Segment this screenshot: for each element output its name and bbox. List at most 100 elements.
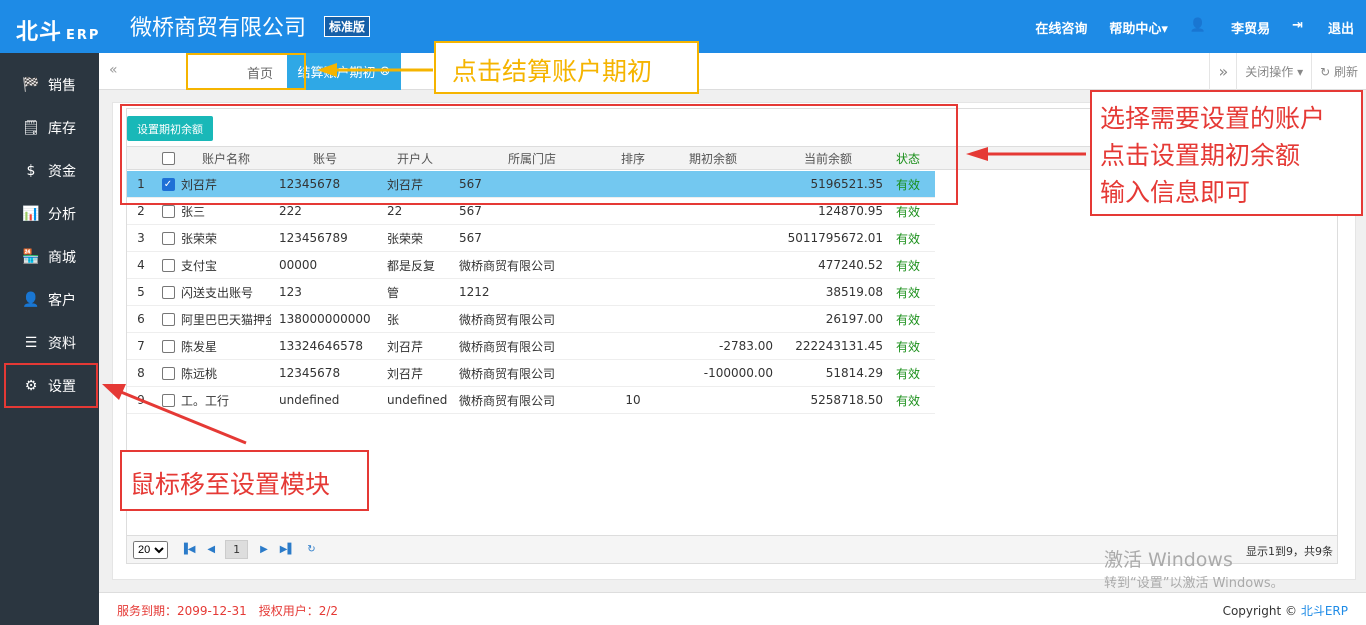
table-row[interactable]: 4 支付宝 00000 都是反复 微桥商贸有限公司 477240.52 有效: [127, 252, 935, 279]
close-ops-menu[interactable]: 关闭操作 ▾: [1236, 53, 1311, 90]
service-info: 服务到期：2099-12-31 授权用户：2/2: [117, 604, 339, 618]
cell-store: 1212: [459, 285, 490, 299]
sidebar-item-5[interactable]: 👤 客户: [0, 278, 99, 321]
tab-prev-button[interactable]: «: [109, 62, 118, 78]
cell-status: 有效: [895, 231, 920, 246]
tab-tools: » 关闭操作 ▾ ↻ 刷新: [1209, 53, 1366, 90]
cell-status: 有效: [895, 366, 920, 381]
reload-icon[interactable]: ↻: [307, 544, 315, 555]
sidebar-item-3[interactable]: 📊 分析: [0, 192, 99, 235]
edition-badge: 标准版: [324, 16, 371, 37]
cell-acct: 138000000000: [279, 312, 371, 326]
settings-highlight-box: [4, 363, 98, 408]
cell-cur: 477240.52: [818, 258, 883, 272]
row-number: 5: [137, 285, 145, 299]
row-number: 2: [137, 204, 145, 218]
tab-highlight-box: [186, 53, 306, 90]
cell-cur: 222243131.45: [795, 339, 883, 353]
sidebar-item-1[interactable]: 🗒 库存: [0, 106, 99, 149]
row-number: 4: [137, 258, 145, 272]
store-icon: 🏪: [22, 248, 40, 265]
top-nav-item[interactable]: 在线咨询: [1035, 18, 1087, 37]
cell-cur: 5258718.50: [810, 393, 883, 407]
cell-store: 微桥商贸有限公司: [459, 366, 556, 381]
table-row[interactable]: 5 闪送支出账号 123 管 1212 38519.08 有效: [127, 279, 935, 306]
row-checkbox[interactable]: [161, 204, 175, 218]
sidebar-item-label: 资金: [48, 163, 76, 180]
table-row[interactable]: 6 阿里巴巴天猫押金 138000000000 张 微桥商贸有限公司 26197.00 有效: [127, 306, 935, 333]
sidebar-item-4[interactable]: 🏪 商城: [0, 235, 99, 278]
funds-icon: $: [26, 162, 36, 179]
sidebar-item-label: 分析: [48, 206, 76, 223]
sidebar-item-0[interactable]: 🏁 销售: [0, 63, 99, 106]
cell-store: 微桥商贸有限公司: [459, 393, 556, 408]
cell-holder: 张荣荣: [387, 231, 424, 246]
sidebar-item-6[interactable]: ☰ 资料: [0, 321, 99, 364]
grid-annotation-2: 点击设置期初余额: [1100, 136, 1301, 172]
page-number[interactable]: 1: [225, 540, 249, 559]
cell-store: 微桥商贸有限公司: [459, 258, 556, 273]
row-checkbox[interactable]: [161, 312, 175, 326]
cell-name: 陈发星: [181, 339, 218, 354]
footer: 服务到期：2099-12-31 授权用户：2/2 Copyright © 北斗E…: [99, 592, 1366, 625]
sidebar-item-label: 库存: [48, 120, 76, 137]
tab-annotation: 点击结算账户期初: [452, 57, 653, 86]
cell-store: 567: [459, 231, 482, 245]
cell-acct: undefined: [279, 393, 340, 407]
top-nav-item[interactable]: 李贸易: [1231, 18, 1270, 37]
refresh-button[interactable]: ↻ 刷新: [1311, 53, 1366, 90]
cell-status: 有效: [895, 204, 920, 219]
cell-status: 有效: [895, 258, 920, 273]
page-size-select[interactable]: 20: [133, 540, 168, 559]
row-number: 6: [137, 312, 145, 326]
table-row[interactable]: 7 陈发星 13324646578 刘召芹 微桥商贸有限公司 -2783.00 222243…: [127, 333, 935, 360]
cell-name: 闪送支出账号: [181, 285, 254, 300]
cell-init: -2783.00: [719, 339, 773, 353]
row-number: 3: [137, 231, 145, 245]
cell-sort: 10: [625, 393, 641, 407]
sliders-icon: ☰: [24, 334, 38, 351]
brand-link[interactable]: 北斗ERP: [1301, 604, 1348, 618]
top-nav-item[interactable]: 帮助中心▾: [1109, 18, 1168, 37]
cell-name: 阿里巴巴天猫押金: [181, 312, 271, 327]
cell-holder: 都是反复: [387, 258, 436, 273]
tab-next-button[interactable]: »: [1209, 53, 1236, 90]
row-checkbox[interactable]: [161, 285, 175, 299]
cell-cur: 124870.95: [818, 204, 883, 218]
cell-acct: 123: [279, 285, 302, 299]
cell-cur: 5011795672.01: [787, 231, 883, 245]
cell-name: 支付宝: [181, 258, 218, 273]
settings-annotation: 鼠标移至设置模块: [130, 470, 331, 499]
cell-init: -100000.00: [703, 366, 773, 380]
cell-holder: 刘召芹: [387, 339, 424, 354]
prev-page-icon[interactable]: ◀: [207, 544, 215, 555]
logo[interactable]: 北斗 ERP: [16, 14, 100, 46]
row-checkbox[interactable]: [161, 258, 175, 272]
company-name: 微桥商贸有限公司: [130, 16, 307, 41]
next-page-icon[interactable]: ▶: [260, 544, 268, 555]
cell-cur: 26197.00: [825, 312, 883, 326]
flag-icon: 🏁: [22, 76, 40, 93]
row-checkbox[interactable]: [161, 339, 175, 353]
cell-cur: 51814.29: [825, 366, 883, 380]
sidebar-item-label: 资料: [48, 335, 76, 352]
grid-annotation-1: 选择需要设置的账户: [1100, 99, 1326, 135]
sidebar-item-2[interactable]: $ 资金: [0, 149, 99, 192]
windows-watermark: 激活 Windows 转到“设置”以激活 Windows。: [1104, 549, 1284, 591]
row-number: 7: [137, 339, 145, 353]
logout-icon: ⇥: [1292, 18, 1303, 33]
top-nav-item[interactable]: 退出: [1328, 18, 1354, 37]
cell-holder: 张: [387, 312, 400, 327]
sidebar-item-label: 销售: [48, 77, 76, 94]
cell-holder: 22: [387, 204, 403, 218]
first-page-icon[interactable]: ▐◀: [180, 544, 195, 555]
sidebar-item-label: 客户: [48, 292, 76, 309]
cell-status: 有效: [895, 393, 920, 408]
row-checkbox[interactable]: [161, 231, 175, 245]
cell-status: 有效: [895, 285, 920, 300]
cell-name: 张荣荣: [181, 231, 218, 246]
cell-store: 微桥商贸有限公司: [459, 312, 556, 327]
last-page-icon[interactable]: ▶▌: [280, 544, 295, 555]
table-row[interactable]: 3 张荣荣 123456789 张荣荣 567 5011795672.01 有效: [127, 225, 935, 252]
cell-holder: undefined: [387, 393, 448, 407]
